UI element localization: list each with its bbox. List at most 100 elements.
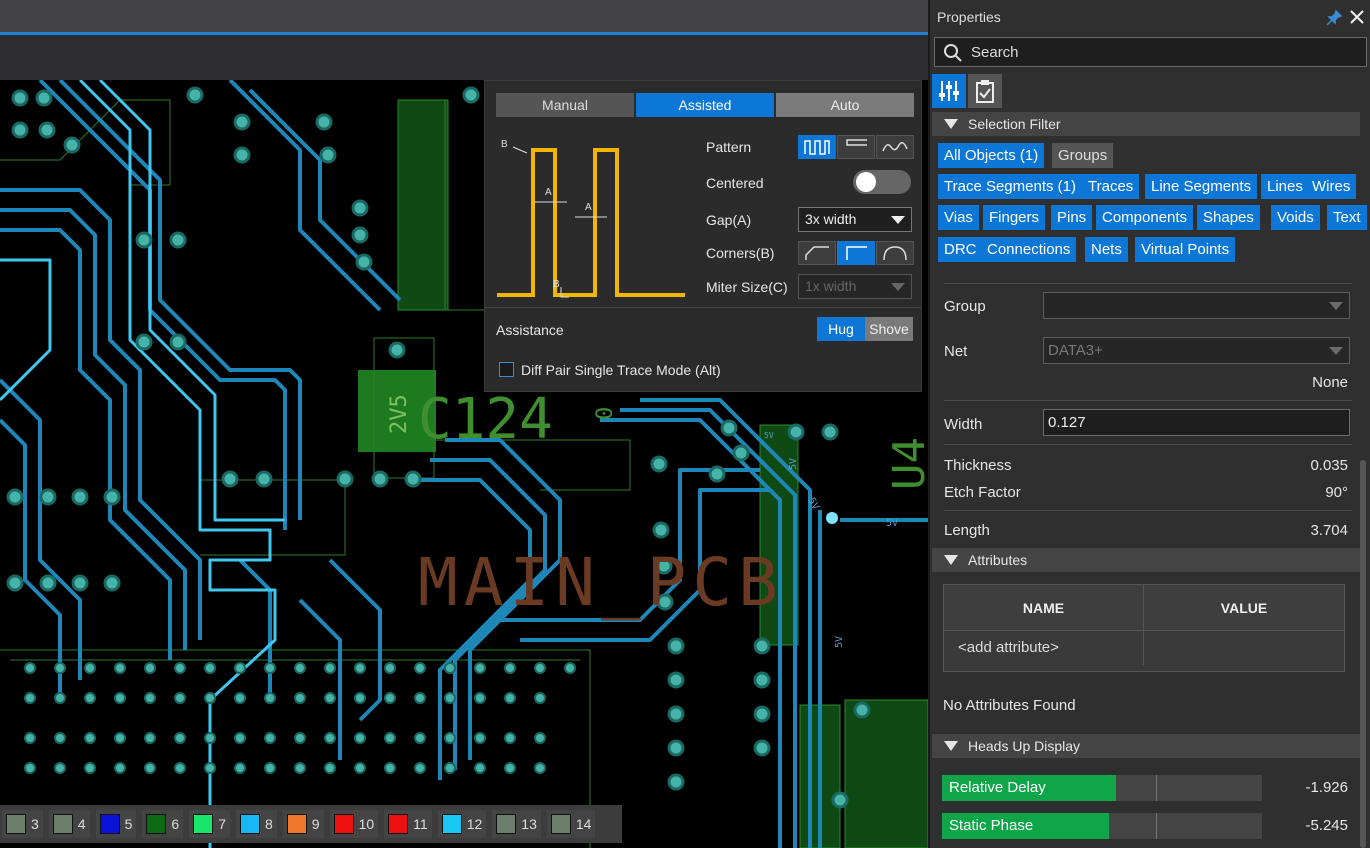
chevron-down-icon: [891, 216, 905, 224]
layer-toggle[interactable]: 11: [384, 810, 432, 838]
layer-toggle[interactable]: 5: [95, 810, 137, 838]
filter-chip-lines[interactable]: Lines: [1261, 174, 1309, 199]
mode-manual-button[interactable]: Manual: [496, 93, 634, 117]
layer-toggle[interactable]: 10: [329, 810, 379, 838]
label-u4: U4: [884, 437, 928, 490]
filter-chip-wires[interactable]: Wires: [1306, 174, 1357, 199]
filter-chip-traces[interactable]: Traces: [1082, 174, 1140, 199]
layer-color-swatch: [441, 814, 462, 834]
layer-toggle[interactable]: 7: [189, 810, 230, 838]
no-attributes-text: No Attributes Found: [943, 697, 1076, 714]
layer-toggle[interactable]: 14: [546, 810, 596, 838]
trombone-pattern-button[interactable]: [798, 135, 836, 159]
layer-number: 7: [218, 816, 226, 832]
filter-chip-vias[interactable]: Vias: [938, 205, 979, 230]
mode-auto-button[interactable]: Auto: [776, 93, 914, 117]
filter-chip-components[interactable]: Components: [1096, 205, 1194, 230]
width-input[interactable]: 0.127: [1043, 409, 1350, 436]
net-label-5v: 5V: [764, 431, 774, 440]
search-input[interactable]: Search: [934, 37, 1367, 67]
layer-toggle[interactable]: 8: [235, 810, 277, 838]
mode-selector: Manual Assisted Auto: [496, 93, 916, 117]
layer-color-swatch: [99, 814, 120, 834]
filter-chip-text[interactable]: Text: [1327, 205, 1367, 230]
net-class-value: None: [1312, 374, 1348, 391]
layer-number: 11: [413, 816, 428, 832]
selection-filter-header[interactable]: Selection Filter: [932, 112, 1360, 136]
filter-chip-trace-segments-1[interactable]: Trace Segments (1): [938, 174, 1082, 199]
net-value: DATA3+: [1048, 342, 1103, 359]
label-2v5: 2V5: [387, 394, 412, 434]
close-icon[interactable]: [1349, 9, 1365, 25]
layer-toggle[interactable]: 6: [142, 810, 184, 838]
via-grid: [24, 662, 576, 774]
filter-chip-drc[interactable]: DRC: [938, 237, 983, 262]
gap-label: Gap(A): [706, 212, 752, 228]
miter-size-select: 1x width: [798, 274, 912, 299]
attributes-table: NAME VALUE <add attribute>: [943, 584, 1345, 672]
filter-chip-line-segments[interactable]: Line Segments: [1145, 174, 1258, 199]
popup-divider: [485, 307, 921, 308]
accordion-pattern-icon: [846, 139, 867, 146]
checklist-tab[interactable]: [968, 74, 1002, 108]
sawtooth-pattern-button[interactable]: [876, 135, 914, 159]
layer-toggle[interactable]: 9: [282, 810, 324, 838]
tuning-assist-popup: Manual Assisted Auto A A B B Pattern Cen…: [484, 80, 922, 392]
filter-chip-all-objects-1[interactable]: All Objects (1): [938, 143, 1045, 168]
layer-number: 14: [575, 816, 592, 832]
layer-color-swatch: [239, 814, 260, 834]
filter-chip-voids[interactable]: Voids: [1271, 205, 1320, 230]
layer-color-swatch: [496, 814, 517, 834]
hug-button[interactable]: Hug: [817, 317, 865, 341]
layer-color-swatch: [388, 814, 409, 834]
layer-color-swatch: [52, 814, 73, 834]
divider: [944, 444, 1352, 445]
collapse-triangle-icon: [944, 741, 958, 751]
filter-chip-fingers[interactable]: Fingers: [983, 205, 1046, 230]
diff-pair-label: Diff Pair Single Trace Mode (Alt): [521, 362, 721, 378]
pin-icon[interactable]: [1325, 9, 1343, 27]
layer-toggle[interactable]: 13: [492, 810, 541, 838]
square-corner-button[interactable]: [837, 241, 875, 265]
search-icon: [944, 44, 962, 62]
miter-corner-button[interactable]: [798, 241, 836, 265]
width-label: Width: [944, 416, 983, 433]
selection-filter-title: Selection Filter: [968, 116, 1061, 132]
panel-scrollbar[interactable]: [1360, 460, 1366, 848]
meander-diagram: A A B B: [497, 139, 685, 298]
gap-select[interactable]: 3x width: [798, 207, 912, 232]
filter-chip-connections[interactable]: Connections: [981, 237, 1077, 262]
layer-number: 10: [358, 816, 375, 832]
group-label: Group: [944, 298, 986, 315]
attributes-header[interactable]: Attributes: [932, 548, 1360, 572]
properties-tab[interactable]: [932, 74, 966, 108]
accordion-pattern-button[interactable]: [837, 135, 875, 159]
filter-chip-pins[interactable]: Pins: [1051, 205, 1093, 230]
divider: [944, 510, 1352, 511]
filter-chip-groups[interactable]: Groups: [1052, 143, 1114, 168]
net-label-5v: 5V: [788, 458, 799, 470]
layer-toggle[interactable]: 12: [437, 810, 487, 838]
collapse-triangle-icon: [944, 555, 958, 565]
pattern-selector: [798, 135, 915, 159]
attr-value-cell[interactable]: [1144, 631, 1344, 665]
mode-assisted-button[interactable]: Assisted: [636, 93, 774, 117]
app-window: 2V5 C124 0 MAIN_PCB U4 5V 5V 5V 5V 5V Ma…: [0, 0, 1370, 848]
assistance-selector: Hug Shove: [817, 317, 913, 341]
label-main-pcb: MAIN_PCB: [418, 544, 784, 621]
filter-chip-shapes[interactable]: Shapes: [1197, 205, 1260, 230]
layer-toggle[interactable]: 3: [2, 810, 43, 838]
filter-chip-virtual-points[interactable]: Virtual Points: [1135, 237, 1236, 262]
centered-toggle[interactable]: [853, 170, 911, 194]
add-attribute-cell[interactable]: <add attribute>: [944, 631, 1144, 665]
arc-corner-button[interactable]: [876, 241, 914, 265]
hud-meter: [1050, 813, 1262, 839]
filter-chip-nets[interactable]: Nets: [1085, 237, 1128, 262]
diff-pair-checkbox[interactable]: [499, 362, 514, 377]
net-select: DATA3+: [1043, 337, 1350, 364]
chevron-down-icon: [1329, 347, 1343, 355]
layer-color-swatch: [550, 814, 571, 834]
shove-button[interactable]: Shove: [865, 317, 913, 341]
layer-toggle[interactable]: 4: [48, 810, 90, 838]
heads-up-display-header[interactable]: Heads Up Display: [932, 734, 1360, 758]
